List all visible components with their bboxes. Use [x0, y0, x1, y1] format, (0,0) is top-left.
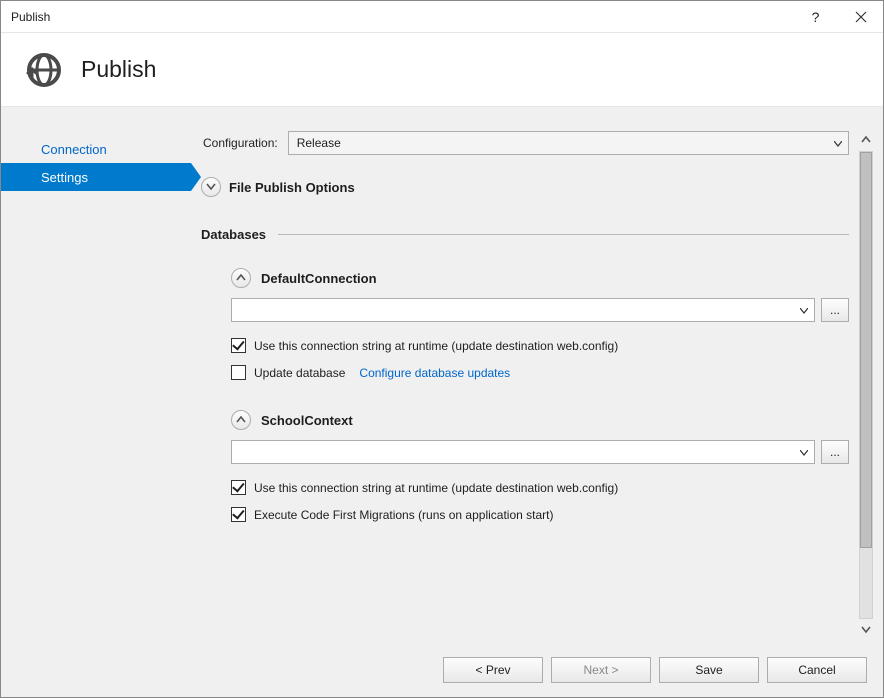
button-label: < Prev	[475, 663, 510, 677]
chevron-down-icon	[800, 445, 808, 459]
window-title: Publish	[11, 10, 793, 24]
main: Connection Settings Configuration: Relea…	[1, 107, 883, 647]
use-connection-runtime-checkbox[interactable]	[231, 480, 246, 495]
connection-string-select[interactable]	[231, 298, 815, 322]
browse-button[interactable]: ...	[821, 440, 849, 464]
sidebar-item-label: Settings	[41, 170, 88, 185]
cancel-button[interactable]: Cancel	[767, 657, 867, 683]
execute-migrations-checkbox[interactable]	[231, 507, 246, 522]
header: Publish	[1, 33, 883, 107]
database-block-schoolcontext: SchoolContext ...	[201, 410, 849, 522]
close-button[interactable]	[838, 1, 883, 33]
databases-title: Databases	[201, 227, 266, 242]
body: Connection Settings Configuration: Relea…	[1, 107, 883, 697]
configuration-value: Release	[297, 136, 341, 150]
scroll-track[interactable]	[859, 151, 873, 619]
database-name: DefaultConnection	[261, 271, 377, 286]
connection-string-row: ...	[231, 298, 849, 322]
use-connection-runtime-row: Use this connection string at runtime (u…	[231, 480, 849, 495]
next-button[interactable]: Next >	[551, 657, 651, 683]
use-connection-runtime-row: Use this connection string at runtime (u…	[231, 338, 849, 353]
sidebar: Connection Settings	[1, 131, 201, 639]
browse-button[interactable]: ...	[821, 298, 849, 322]
settings-panel: Configuration: Release Fil	[201, 131, 857, 639]
sidebar-item-connection[interactable]: Connection	[1, 135, 201, 163]
content: Configuration: Release Fil	[201, 131, 875, 639]
save-button[interactable]: Save	[659, 657, 759, 683]
connection-string-row: ...	[231, 440, 849, 464]
sidebar-item-label: Connection	[41, 142, 107, 157]
checkbox-label: Update database	[254, 366, 345, 380]
database-block-defaultconnection: DefaultConnection ...	[201, 268, 849, 380]
checkbox-label: Use this connection string at runtime (u…	[254, 481, 618, 495]
configure-database-updates-link[interactable]: Configure database updates	[359, 366, 510, 380]
database-header: SchoolContext	[231, 410, 849, 430]
file-publish-title: File Publish Options	[229, 180, 355, 195]
configuration-label: Configuration:	[203, 136, 278, 150]
chevron-up-icon	[236, 416, 246, 424]
configuration-select[interactable]: Release	[288, 131, 849, 155]
globe-upload-icon	[25, 51, 63, 89]
database-name: SchoolContext	[261, 413, 353, 428]
vertical-scrollbar[interactable]	[857, 131, 875, 639]
checkbox-label: Execute Code First Migrations (runs on a…	[254, 508, 553, 522]
chevron-down-icon	[834, 136, 842, 150]
help-button[interactable]: ?	[793, 1, 838, 33]
button-label: Cancel	[798, 663, 835, 677]
browse-label: ...	[830, 303, 840, 317]
file-publish-section: File Publish Options	[201, 177, 849, 197]
chevron-down-icon	[206, 183, 216, 191]
execute-migrations-row: Execute Code First Migrations (runs on a…	[231, 507, 849, 522]
button-label: Save	[695, 663, 722, 677]
titlebar: Publish ?	[1, 1, 883, 33]
scroll-down-arrow[interactable]	[861, 621, 871, 639]
chevron-down-icon	[800, 303, 808, 317]
file-publish-expander[interactable]	[201, 177, 221, 197]
publish-dialog: Publish ? Publish Connection Settings	[0, 0, 884, 698]
use-connection-runtime-checkbox[interactable]	[231, 338, 246, 353]
chevron-up-icon	[236, 274, 246, 282]
footer: < Prev Next > Save Cancel	[1, 647, 883, 697]
databases-section-header: Databases	[201, 227, 849, 242]
page-title: Publish	[81, 56, 156, 83]
database-expander[interactable]	[231, 410, 251, 430]
button-label: Next >	[583, 663, 618, 677]
prev-button[interactable]: < Prev	[443, 657, 543, 683]
connection-string-select[interactable]	[231, 440, 815, 464]
sidebar-item-settings[interactable]: Settings	[1, 163, 191, 191]
browse-label: ...	[830, 445, 840, 459]
database-header: DefaultConnection	[231, 268, 849, 288]
database-expander[interactable]	[231, 268, 251, 288]
configuration-row: Configuration: Release	[201, 131, 849, 155]
close-icon	[855, 11, 867, 23]
update-database-row: Update database Configure database updat…	[231, 365, 849, 380]
update-database-checkbox[interactable]	[231, 365, 246, 380]
scroll-thumb[interactable]	[860, 152, 872, 548]
scroll-up-arrow[interactable]	[861, 131, 871, 149]
checkbox-label: Use this connection string at runtime (u…	[254, 339, 618, 353]
